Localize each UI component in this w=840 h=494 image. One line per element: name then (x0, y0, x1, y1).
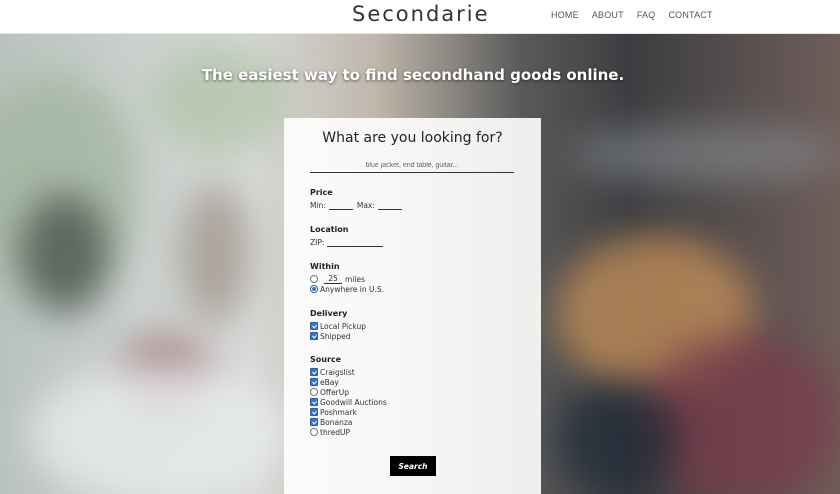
ebay-label: eBay (320, 377, 339, 387)
anywhere-radio[interactable] (310, 285, 318, 293)
within-label: Within (310, 262, 340, 271)
offerup-label: OfferUp (320, 387, 350, 397)
price-max-label: Max: (356, 200, 375, 210)
zip-input[interactable] (327, 238, 384, 247)
poshmark-label: Poshmark (320, 407, 357, 417)
price-section: Price Min: Max: (310, 188, 406, 210)
poshmark-checkbox[interactable] (310, 408, 318, 416)
site-logo[interactable]: Secondarie (352, 2, 490, 26)
price-label: Price (310, 188, 333, 197)
search-title: What are you looking for? (322, 130, 503, 146)
location-section: Location ZIP: (310, 225, 387, 247)
nav-faq-link[interactable]: FAQ (637, 10, 656, 20)
local-pickup-label: Local Pickup (320, 321, 367, 331)
delivery-label: Delivery (310, 309, 348, 318)
local-pickup-checkbox[interactable] (310, 322, 318, 330)
thredup-label: thredUP (320, 427, 350, 437)
main-nav: HOME ABOUT FAQ CONTACT (551, 10, 713, 20)
thredup-checkbox[interactable] (310, 428, 318, 436)
miles-radio[interactable] (310, 275, 318, 283)
miles-input[interactable]: 25 (324, 274, 342, 284)
within-section: Within 25 miles Anywhere in U.S. (310, 262, 384, 294)
hero-tagline: The easiest way to find secondhand goods… (201, 66, 625, 84)
offerup-checkbox[interactable] (310, 388, 318, 396)
nav-about-link[interactable]: ABOUT (592, 10, 624, 20)
search-button[interactable]: Search (390, 456, 436, 476)
price-min-label: Min: (310, 200, 326, 210)
anywhere-label: Anywhere in U.S. (320, 284, 384, 294)
delivery-section: Delivery Local Pickup Shipped (310, 309, 366, 341)
bonanza-label: Bonanza (320, 417, 353, 427)
bonanza-checkbox[interactable] (310, 418, 318, 426)
goodwill-label: Goodwill Auctions (320, 397, 387, 407)
shipped-label: Shipped (320, 331, 351, 341)
source-section: Source Craigslist eBay OfferUp Goodwill … (310, 355, 387, 437)
location-label: Location (310, 225, 349, 234)
site-header: Secondarie HOME ABOUT FAQ CONTACT (0, 0, 840, 34)
source-label: Source (310, 355, 342, 364)
zip-label: ZIP: (310, 237, 325, 247)
search-query-input[interactable] (310, 158, 514, 173)
craigslist-label: Craigslist (320, 367, 355, 377)
shipped-checkbox[interactable] (310, 332, 318, 340)
nav-contact-link[interactable]: CONTACT (668, 10, 712, 20)
goodwill-checkbox[interactable] (310, 398, 318, 406)
miles-label: miles (345, 274, 365, 284)
nav-home-link[interactable]: HOME (551, 10, 579, 20)
price-min-input[interactable] (328, 201, 353, 210)
craigslist-checkbox[interactable] (310, 368, 318, 376)
price-max-input[interactable] (377, 201, 402, 210)
search-panel: What are you looking for? Price Min: Max… (284, 118, 541, 494)
ebay-checkbox[interactable] (310, 378, 318, 386)
